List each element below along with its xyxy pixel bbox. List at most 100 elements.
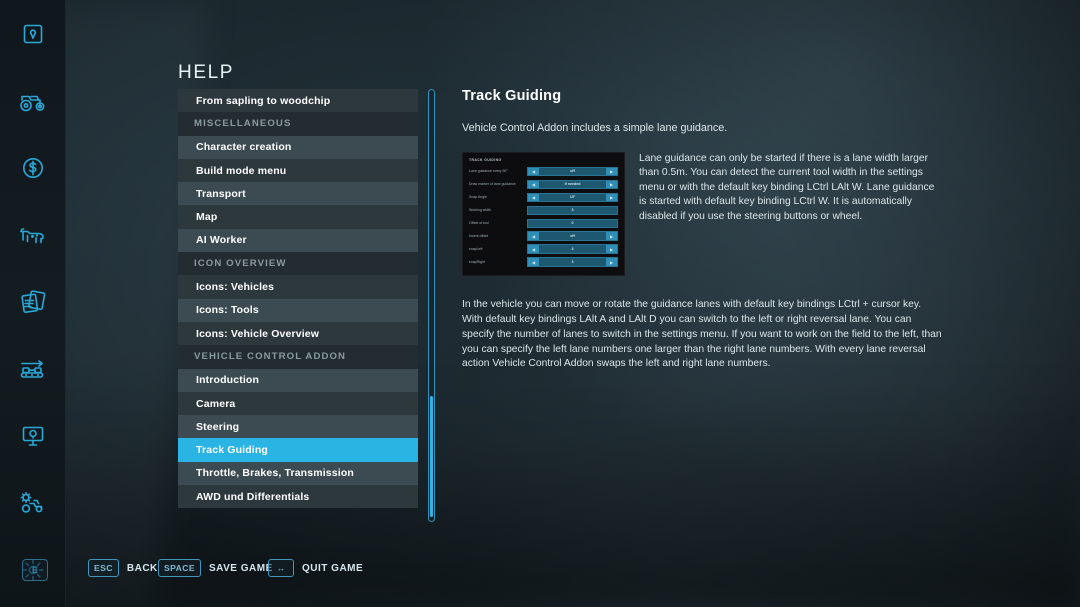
list-section-header: VEHICLE CONTROL ADDON [178, 345, 418, 368]
settings-row-value: 15° [539, 195, 606, 199]
map-marker-icon [21, 22, 45, 46]
sidebar-item-vehicle-settings[interactable] [0, 469, 65, 536]
list-item-label: Steering [196, 421, 239, 433]
sidebar-item-finances[interactable] [0, 134, 65, 201]
hint-key: ESC [88, 559, 119, 577]
hint-save-game[interactable]: SPACE SAVE GAME [158, 559, 273, 577]
settings-row-label: Working width [469, 208, 527, 212]
chevron-right-icon: ▶ [606, 168, 617, 175]
tractor-icon [18, 89, 48, 113]
content-body-paragraph: In the vehicle you can move or rotate th… [462, 298, 942, 372]
settings-row-control: 3 [527, 206, 618, 215]
hint-quit-game[interactable]: ↔QUIT GAME [268, 559, 363, 577]
settings-row: Snap Angle◀15°▶ [469, 192, 618, 203]
list-item[interactable]: AWD und Differentials [178, 485, 418, 508]
statistics-icon [20, 424, 46, 448]
finances-icon [20, 155, 46, 181]
list-item-label: Camera [196, 398, 235, 410]
chevron-right-icon: ▶ [606, 258, 617, 265]
list-item-label: Introduction [196, 374, 259, 386]
list-item-label: ICON OVERVIEW [194, 258, 286, 269]
chevron-left-icon: ◀ [528, 232, 539, 239]
scrollbar-thumb[interactable] [430, 396, 433, 517]
list-item[interactable]: Character creation [178, 136, 418, 159]
settings-row-value: off [539, 169, 606, 173]
list-item-label: AWD und Differentials [196, 491, 309, 503]
settings-row-value: 0 [528, 221, 617, 225]
list-item-label: Map [196, 211, 217, 223]
list-item[interactable]: Steering [178, 415, 418, 438]
settings-row: Offset of tool0 [469, 218, 618, 229]
settings-row-label: snapLeft [469, 247, 527, 251]
list-item[interactable]: Introduction [178, 369, 418, 392]
settings-row: Draw marker of lane guidance◀if needed▶ [469, 179, 618, 190]
list-item-label: Character creation [196, 141, 292, 153]
content-panel: Track Guiding Vehicle Control Addon incl… [462, 88, 942, 372]
content-title: Track Guiding [462, 88, 942, 104]
list-item-label: MISCELLANEOUS [194, 118, 291, 129]
list-item-label: Icons: Vehicle Overview [196, 328, 319, 340]
list-item-label: Transport [196, 188, 246, 200]
chevron-right-icon: ▶ [606, 245, 617, 252]
settings-row-label: Snap Angle [469, 195, 527, 199]
settings-row: Working width3 [469, 205, 618, 216]
list-item-label: Icons: Vehicles [196, 281, 274, 293]
settings-row: Incent offset◀off▶ [469, 230, 618, 241]
settings-row-label: Draw marker of lane guidance [469, 182, 527, 186]
figure-row: TRACK GUIDING Lane guidance every 90°◀of… [462, 152, 942, 277]
settings-screenshot-title: TRACK GUIDING [469, 158, 618, 162]
sidebar-item-production[interactable] [0, 335, 65, 402]
list-section-header: MISCELLANEOUS [178, 112, 418, 135]
settings-row: snapLeft◀3▶ [469, 243, 618, 254]
settings-row: Lane guidance every 90°◀off▶ [469, 166, 618, 177]
sidebar-item-animals[interactable] [0, 201, 65, 268]
hint-key: SPACE [158, 559, 201, 577]
context-key-indicator[interactable]: E [22, 559, 48, 581]
chevron-left-icon: ◀ [528, 194, 539, 201]
hint-key: ↔ [268, 559, 294, 577]
list-item[interactable]: Icons: Tools [178, 299, 418, 322]
settings-row-control: ◀15°▶ [527, 193, 618, 202]
settings-row-label: Offset of tool [469, 221, 527, 225]
settings-row-value: 3 [539, 247, 606, 251]
page-title: HELP [178, 62, 234, 84]
settings-row-control: ◀3▶ [527, 257, 618, 266]
sidebar-item-map-marker[interactable] [0, 0, 65, 67]
list-item-label: From sapling to woodchip [196, 95, 330, 107]
settings-row-value: 3 [539, 260, 606, 264]
list-item[interactable]: AI Worker [178, 229, 418, 252]
list-item-label: Build mode menu [196, 165, 286, 177]
list-item[interactable]: Map [178, 205, 418, 228]
list-item[interactable]: Icons: Vehicle Overview [178, 322, 418, 345]
list-item[interactable]: From sapling to woodchip [178, 89, 418, 112]
list-item-label: Icons: Tools [196, 304, 259, 316]
help-topic-list[interactable]: From sapling to woodchip MISCELLANEOUS Cha… [178, 89, 418, 508]
list-item[interactable]: Track Guiding [178, 438, 418, 461]
sidebar-item-contracts[interactable] [0, 268, 65, 335]
hint-back[interactable]: ESC BACK [88, 559, 158, 577]
chevron-left-icon: ◀ [528, 181, 539, 188]
list-item[interactable]: Camera [178, 392, 418, 415]
sidebar-item-statistics[interactable] [0, 402, 65, 469]
list-item-label: Throttle, Brakes, Transmission [196, 467, 354, 479]
hint-label: BACK [127, 563, 158, 574]
list-item[interactable]: Build mode menu [178, 159, 418, 182]
settings-row-label: Incent offset [469, 234, 527, 238]
list-item[interactable]: Throttle, Brakes, Transmission [178, 462, 418, 485]
chevron-right-icon: ▶ [606, 232, 617, 239]
list-item-label: Track Guiding [196, 444, 268, 456]
hint-label: SAVE GAME [209, 563, 273, 574]
list-item[interactable]: Icons: Vehicles [178, 275, 418, 298]
content-side-paragraph: Lane guidance can only be started if the… [639, 152, 942, 225]
settings-screenshot-rows: Lane guidance every 90°◀off▶Draw marker … [469, 166, 618, 268]
chevron-left-icon: ◀ [528, 168, 539, 175]
footer-hints: E ESC BACKSPACE SAVE GAME↔QUIT GAME [0, 551, 1080, 607]
list-item[interactable]: Transport [178, 182, 418, 205]
settings-row-control: ◀3▶ [527, 244, 618, 253]
list-scrollbar[interactable] [428, 89, 435, 522]
settings-row-label: Lane guidance every 90° [469, 169, 527, 173]
settings-screenshot: TRACK GUIDING Lane guidance every 90°◀of… [462, 152, 625, 277]
vehicle-settings-icon [18, 490, 48, 516]
chevron-left-icon: ◀ [528, 245, 539, 252]
sidebar-item-tractor[interactable] [0, 67, 65, 134]
